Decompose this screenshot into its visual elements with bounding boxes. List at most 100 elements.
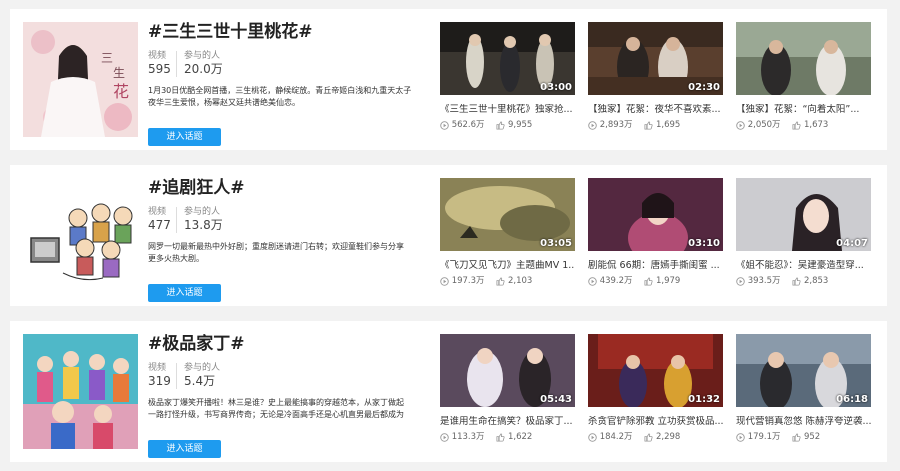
view-count: 393.5万 [747,276,781,286]
video-item[interactable]: 01:32 杀贪官铲除邪教 立功获赏极品... 184.2万 2,298 [588,334,723,444]
topic-card: #追剧狂人# 视频 477 参与的人 13.8万 网罗一切最新最热中外好剧；重度… [10,165,887,306]
topic-card: 三 生 花 #三生三世十里桃花# 视频 595 参与的人 20.0万 1月30日… [10,9,887,150]
video-item[interactable]: 【独家】花絮：“向着太阳”... 2,050万 1,673 [736,22,871,132]
video-thumbnail[interactable]: 06:18 [736,334,871,407]
video-item[interactable]: 03:05 《飞刀又见飞刀》主题曲MV 1... 197.3万 2,103 [440,178,575,288]
video-thumbnail[interactable]: 03:00 [440,22,575,95]
video-thumbnail[interactable] [736,22,871,95]
view-count: 2,893万 [599,120,633,130]
thumbs-up-icon[interactable] [792,433,801,442]
participant-count: 20.0万 [184,62,223,76]
thumbs-up-icon[interactable] [496,121,505,130]
participants-label: 参与的人 [184,207,221,217]
video-duration: 04:07 [836,238,868,249]
video-title[interactable]: 《飞刀又见飞刀》主题曲MV 1... [440,260,575,272]
video-item[interactable]: 05:43 是谁用生命在搞笑？极品家丁... 113.3万 1,622 [440,334,575,444]
join-topic-button[interactable]: 进入话题 [148,440,221,458]
play-count-icon [588,121,597,130]
video-thumbnail[interactable]: 01:32 [588,334,723,407]
play-count-icon [588,433,597,442]
topic-cover-image[interactable]: 三 生 花 [23,22,138,137]
topic-card: #极品家丁# 视频 319 参与的人 5.4万 极品家丁爆笑开播啦！林三是谁？史… [10,321,887,462]
video-thumbnail[interactable]: 03:10 [588,178,723,251]
videos-label: 视频 [148,51,167,61]
topic-description: 极品家丁爆笑开播啦！林三是谁？史上最能搞事的穿越范本，从家丁做起 一路打怪升级，… [148,398,404,419]
topic-title[interactable]: #追剧狂人# [148,177,438,199]
topic-description: 1月30日优酷全网首播，三生桃花，静候绽放。青丘帝姬白浅和九重天太子 夜华三生爱… [148,86,412,107]
svg-text:花: 花 [113,82,129,101]
play-count-icon [440,433,449,442]
play-count-icon [588,277,597,286]
view-count: 113.3万 [451,432,485,442]
video-title[interactable]: 【独家】花絮：“向着太阳”... [736,104,871,116]
topic-title[interactable]: #极品家丁# [148,333,438,355]
video-count: 319 [148,374,171,388]
video-title[interactable]: 剧能侃 66期：唐嫣手撕闺蜜 ... [588,260,723,272]
video-title[interactable]: 【独家】花絮：夜华不喜欢素... [588,104,723,116]
thumbs-up-icon[interactable] [644,277,653,286]
video-duration: 01:32 [688,394,720,405]
play-count-icon [440,277,449,286]
like-count: 952 [803,432,821,442]
like-count: 2,853 [803,276,829,286]
videos-label: 视频 [148,207,167,217]
like-count: 1,979 [655,276,681,286]
svg-text:三: 三 [101,51,113,65]
play-count-icon [736,121,745,130]
topic-description: 网罗一切最新最热中外好剧；重度剧迷请进门右转；欢迎童鞋们参与分享 更多火热大剧。 [148,242,404,263]
video-title[interactable]: 是谁用生命在搞笑？极品家丁... [440,416,575,428]
video-duration: 05:43 [540,394,572,405]
video-item[interactable]: 06:18 现代营销真忽悠 陈赫浮夸逆袭... 179.1万 952 [736,334,871,444]
view-count: 184.2万 [599,432,633,442]
play-count-icon [736,277,745,286]
topic-title[interactable]: #三生三世十里桃花# [148,21,438,43]
view-count: 439.2万 [599,276,633,286]
topic-cover-image[interactable] [23,178,138,293]
video-thumbnail[interactable]: 04:07 [736,178,871,251]
video-thumbnail[interactable]: 02:30 [588,22,723,95]
svg-text:生: 生 [113,66,125,80]
video-item[interactable]: 03:10 剧能侃 66期：唐嫣手撕闺蜜 ... 439.2万 1,979 [588,178,723,288]
view-count: 197.3万 [451,276,485,286]
like-count: 1,673 [803,120,829,130]
thumbs-up-icon[interactable] [644,121,653,130]
like-count: 9,955 [507,120,533,130]
video-title[interactable]: 杀贪官铲除邪教 立功获赏极品... [588,416,723,428]
thumbs-up-icon[interactable] [644,433,653,442]
video-thumbnail[interactable]: 05:43 [440,334,575,407]
video-thumbnail[interactable]: 03:05 [440,178,575,251]
topic-cover-image[interactable] [23,334,138,449]
topic-stats: 视频 595 参与的人 20.0万 [148,51,438,77]
video-title[interactable]: 《三生三世十里桃花》独家抢... [440,104,575,116]
video-count: 595 [148,62,171,76]
videos-label: 视频 [148,363,167,373]
join-topic-button[interactable]: 进入话题 [148,128,221,146]
thumbs-up-icon[interactable] [496,433,505,442]
video-item[interactable]: 02:30 【独家】花絮：夜华不喜欢素... 2,893万 1,695 [588,22,723,132]
topic-stats: 视频 319 参与的人 5.4万 [148,363,438,389]
video-duration: 03:10 [688,238,720,249]
thumbs-up-icon[interactable] [792,121,801,130]
topic-stats: 视频 477 参与的人 13.8万 [148,207,438,233]
video-item[interactable]: 04:07 《姐不能忍》：吴建豪造型穿... 393.5万 2,853 [736,178,871,288]
thumbs-up-icon[interactable] [792,277,801,286]
participants-label: 参与的人 [184,51,221,61]
video-duration: 03:05 [540,238,572,249]
video-count: 477 [148,218,171,232]
participant-count: 5.4万 [184,374,216,388]
play-count-icon [736,433,745,442]
view-count: 179.1万 [747,432,781,442]
like-count: 2,298 [655,432,681,442]
play-count-icon [440,121,449,130]
video-title[interactable]: 现代营销真忽悠 陈赫浮夸逆袭... [736,416,871,428]
video-title[interactable]: 《姐不能忍》：吴建豪造型穿... [736,260,871,272]
video-duration: 02:30 [688,82,720,93]
view-count: 2,050万 [747,120,781,130]
video-duration: 06:18 [836,394,868,405]
join-topic-button[interactable]: 进入话题 [148,284,221,302]
participants-label: 参与的人 [184,363,221,373]
like-count: 1,622 [507,432,533,442]
video-item[interactable]: 03:00 《三生三世十里桃花》独家抢... 562.6万 9,955 [440,22,575,132]
participant-count: 13.8万 [184,218,223,232]
thumbs-up-icon[interactable] [496,277,505,286]
